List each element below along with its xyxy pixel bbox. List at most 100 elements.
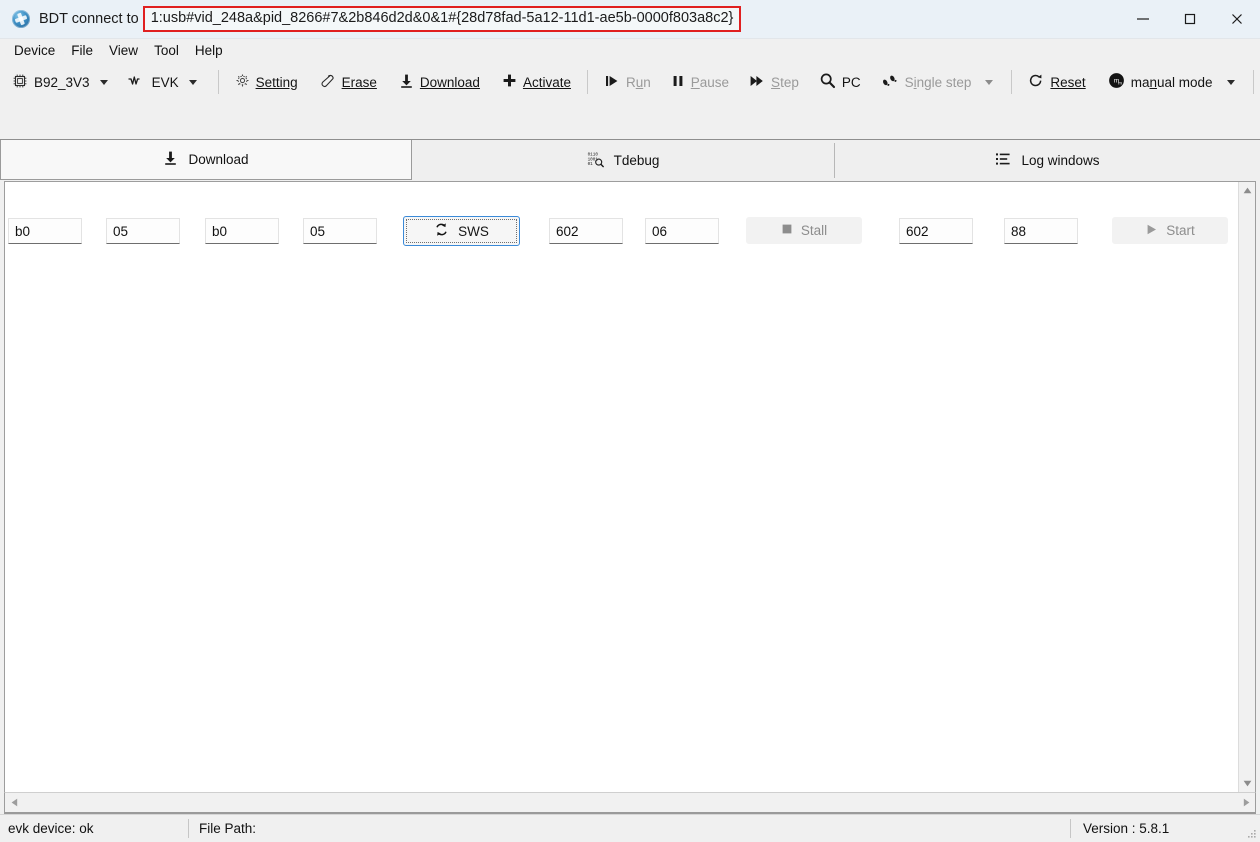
- setting-button[interactable]: Setting: [228, 68, 305, 96]
- scroll-left-icon[interactable]: [5, 793, 23, 813]
- pause-button[interactable]: Pause: [664, 68, 736, 96]
- pause-label: Pause: [690, 74, 730, 90]
- field-start-len[interactable]: [1004, 218, 1078, 244]
- gear-icon: [235, 73, 250, 91]
- pc-label: PC: [841, 74, 861, 90]
- erase-button[interactable]: Erase: [313, 68, 384, 96]
- tab-tdebug[interactable]: 0110 1001 01 Tdebug: [412, 140, 834, 181]
- scroll-up-icon[interactable]: [1239, 182, 1256, 199]
- pause-icon: [671, 74, 685, 91]
- window-controls: [1119, 0, 1260, 38]
- erase-label: Erase: [341, 74, 377, 90]
- download-button[interactable]: Download: [392, 68, 487, 96]
- chip-icon: [12, 73, 28, 92]
- chevron-down-icon[interactable]: [188, 79, 197, 85]
- tab-download[interactable]: Download: [0, 140, 412, 180]
- sync-icon: [434, 222, 449, 240]
- chevron-down-icon[interactable]: [1226, 79, 1235, 85]
- toolbar-divider: [1252, 70, 1254, 94]
- chip-selector-label: B92_3V3: [34, 74, 90, 90]
- activate-button[interactable]: Activate: [495, 68, 578, 96]
- reset-label: Reset: [1050, 74, 1086, 90]
- step-button[interactable]: Step: [742, 68, 806, 96]
- menu-item-tool[interactable]: Tool: [146, 41, 187, 61]
- menu-item-help[interactable]: Help: [187, 41, 231, 61]
- run-label: Run: [625, 74, 651, 90]
- menu-item-file[interactable]: File: [63, 41, 101, 61]
- minimize-icon[interactable]: [1119, 0, 1166, 38]
- single-step-label: Single step: [904, 74, 972, 90]
- field-start-addr[interactable]: [899, 218, 973, 244]
- manual-mode-icon: m m: [1108, 72, 1125, 92]
- device-path-highlight: 1:usb#vid_248a&pid_8266#7&2b846d2d&0&1#{…: [142, 6, 742, 32]
- window-title-prefix: BDT connect to: [39, 11, 139, 27]
- parameter-toolbar: SWS Stall Start: [0, 101, 1260, 246]
- tab-log-windows[interactable]: Log windows: [835, 140, 1260, 181]
- play-bar-icon: [604, 74, 620, 91]
- step-label: Step: [771, 74, 799, 90]
- chevron-down-icon[interactable]: [985, 79, 994, 85]
- title-bar: BDT connect to 1:usb#vid_248a&pid_8266#7…: [0, 0, 1260, 39]
- download-arrow-icon: [163, 150, 178, 169]
- chevron-down-icon[interactable]: [99, 79, 108, 85]
- menu-bar: Device File View Tool Help: [0, 39, 1260, 63]
- status-file-path: File Path:: [199, 821, 257, 836]
- sws-button[interactable]: SWS: [403, 216, 520, 246]
- chip-selector[interactable]: B92_3V3: [6, 68, 117, 96]
- pc-button[interactable]: PC: [812, 68, 868, 96]
- menu-item-view[interactable]: View: [101, 41, 146, 61]
- single-step-button[interactable]: Single step: [874, 68, 1003, 96]
- main-toolbar: B92_3V3 EVK Setting Erase Download Activ…: [0, 63, 1260, 101]
- tab-download-label: Download: [188, 152, 249, 167]
- activate-label: Activate: [522, 74, 571, 90]
- magnifier-icon: [819, 72, 836, 92]
- status-version: Version : 5.8.1: [1083, 821, 1170, 836]
- toolbar-divider: [217, 70, 219, 94]
- mode-selector[interactable]: m m manual mode: [1101, 68, 1244, 96]
- status-device: evk device: ok: [8, 821, 94, 836]
- download-arrow-icon: [399, 73, 414, 92]
- field-len-2[interactable]: [303, 218, 377, 244]
- vertical-scrollbar[interactable]: [1238, 182, 1255, 792]
- play-triangle-icon: [1145, 223, 1158, 239]
- scroll-down-icon[interactable]: [1239, 775, 1256, 792]
- footsteps-icon: [881, 73, 899, 91]
- resize-grip-icon[interactable]: [1241, 815, 1260, 842]
- maximize-icon[interactable]: [1166, 0, 1213, 38]
- field-len-1[interactable]: [106, 218, 180, 244]
- evk-selector-label: EVK: [151, 74, 179, 90]
- horizontal-scrollbar[interactable]: [4, 792, 1256, 814]
- plus-icon: [502, 73, 517, 91]
- run-button[interactable]: Run: [597, 68, 658, 96]
- step-forward-icon: [749, 74, 765, 91]
- content-frame: [4, 181, 1256, 792]
- application-window: BDT connect to 1:usb#vid_248a&pid_8266#7…: [0, 0, 1260, 842]
- scroll-right-icon[interactable]: [1237, 793, 1255, 813]
- start-label: Start: [1166, 223, 1195, 238]
- field-pc-addr[interactable]: [549, 218, 623, 244]
- tab-log-windows-label: Log windows: [1021, 153, 1100, 168]
- bdt-globe-icon: [12, 10, 30, 28]
- sws-label: SWS: [458, 223, 489, 239]
- field-addr-2[interactable]: [205, 218, 279, 244]
- setting-label: Setting: [255, 74, 298, 90]
- field-addr-1[interactable]: [8, 218, 82, 244]
- svg-text:m: m: [1118, 80, 1122, 85]
- tab-tdebug-label: Tdebug: [613, 153, 660, 168]
- menu-item-device[interactable]: Device: [6, 41, 63, 61]
- content-wrapper: [0, 181, 1260, 814]
- stall-label: Stall: [800, 223, 828, 238]
- field-pc-len[interactable]: [645, 218, 719, 244]
- svg-text:01: 01: [587, 162, 593, 167]
- list-icon: [995, 151, 1011, 170]
- download-panel[interactable]: [5, 182, 1238, 792]
- reset-button[interactable]: Reset: [1021, 68, 1092, 96]
- close-icon[interactable]: [1213, 0, 1260, 38]
- stall-button[interactable]: Stall: [746, 217, 862, 244]
- toolbar-divider: [1011, 70, 1013, 94]
- status-bar: evk device: ok File Path: Version : 5.8.…: [0, 814, 1260, 842]
- evk-selector[interactable]: EVK: [121, 68, 206, 96]
- mode-selector-label: manual mode: [1130, 74, 1213, 90]
- start-button[interactable]: Start: [1112, 217, 1228, 244]
- stop-square-icon: [781, 223, 793, 238]
